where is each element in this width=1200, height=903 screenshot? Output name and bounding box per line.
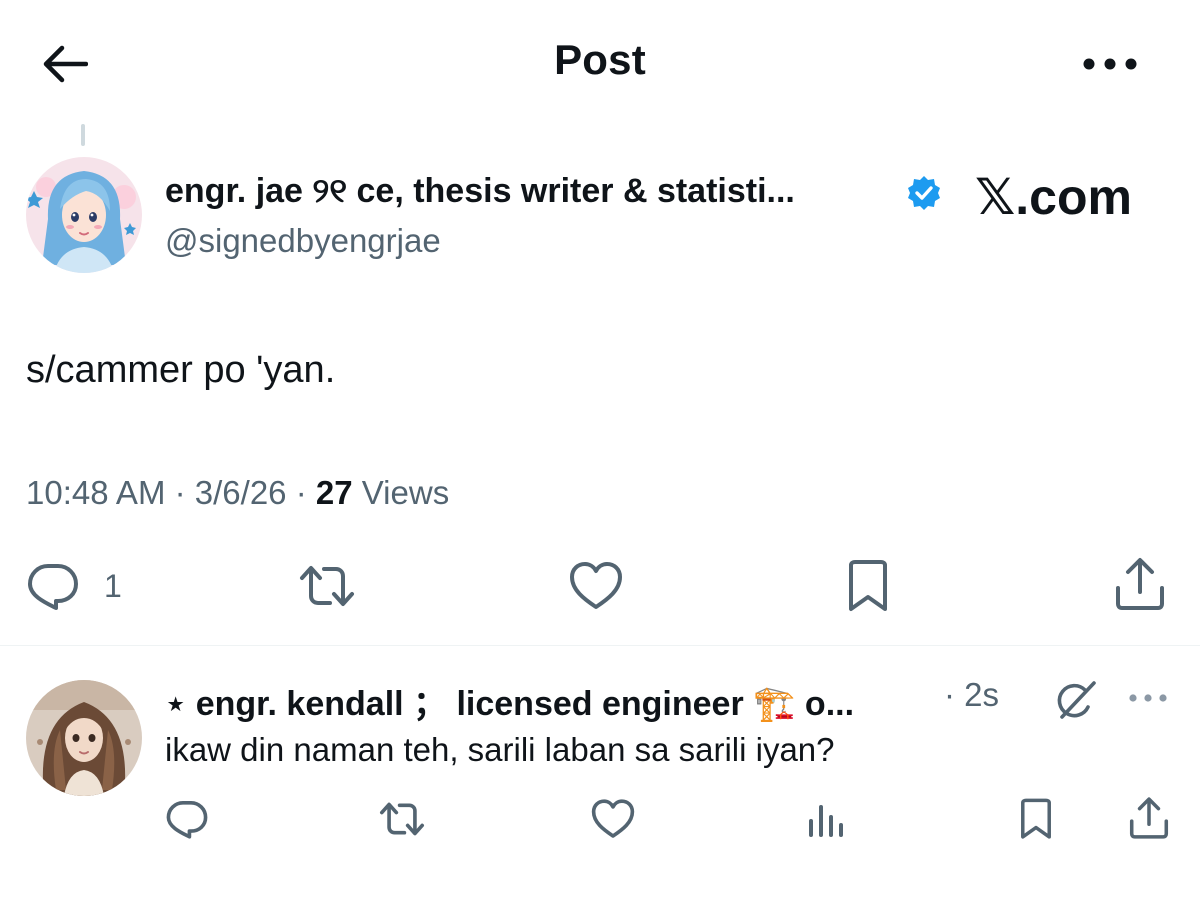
reply-author-name[interactable]: ⋆ engr. kendall ； licensed engineer 🏗️ o… — [165, 676, 854, 725]
divider — [0, 645, 1200, 646]
reply-button[interactable]: 1 — [26, 560, 122, 612]
bookmark-icon — [849, 560, 887, 611]
like-icon — [570, 562, 622, 609]
post-meta: 10:48 AM · 3/6/26 · 27 Views — [26, 474, 450, 511]
reply-reply-button[interactable] — [164, 798, 210, 840]
grok-icon[interactable] — [1052, 677, 1100, 725]
reply-more-button[interactable] — [1126, 682, 1170, 714]
more-button[interactable] — [1080, 44, 1140, 84]
share-icon — [1129, 797, 1169, 839]
share-button[interactable] — [1114, 556, 1166, 612]
verified-badge-icon — [905, 174, 943, 212]
repost-button[interactable] — [298, 560, 356, 612]
thread-connector-line — [81, 124, 85, 146]
reply-timestamp[interactable]: · 2s — [944, 676, 999, 714]
author-handle[interactable]: @signedbyengrjae — [165, 222, 441, 260]
reply-like-button[interactable] — [590, 798, 636, 840]
x-com-watermark: 𝕏.com — [975, 169, 1132, 225]
like-icon — [591, 799, 635, 838]
reply-text: ikaw din naman teh, sarili laban sa sari… — [165, 731, 835, 768]
share-icon — [1116, 558, 1164, 610]
views-icon — [809, 805, 843, 837]
reply-bookmark-button[interactable] — [1016, 798, 1056, 840]
author-name[interactable]: engr. jae ୨୧ ce, thesis writer & statist… — [165, 172, 795, 211]
reply-share-button[interactable] — [1128, 796, 1170, 840]
bookmark-button[interactable] — [845, 558, 891, 614]
reply-count: 1 — [104, 567, 122, 604]
more-icon — [1129, 694, 1167, 702]
post-time[interactable]: 10:48 AM — [26, 474, 165, 511]
repost-icon — [300, 566, 354, 606]
more-horizontal-icon — [1083, 58, 1137, 70]
repost-icon — [379, 802, 425, 836]
page-title: Post — [554, 36, 646, 83]
post-date[interactable]: 3/6/26 — [195, 474, 287, 511]
bookmark-icon — [1021, 798, 1051, 839]
reply-repost-button[interactable] — [378, 798, 426, 840]
reply-icon — [166, 801, 208, 839]
reply-views-button[interactable] — [806, 800, 846, 840]
post-text: s/cammer po 'yan. — [26, 349, 336, 391]
author-avatar[interactable] — [26, 157, 142, 273]
like-button[interactable] — [568, 560, 624, 612]
reply-author-avatar[interactable] — [26, 680, 142, 796]
reply-icon — [28, 564, 78, 610]
views-label: Views — [361, 474, 450, 511]
views-count: 27 — [315, 474, 353, 511]
